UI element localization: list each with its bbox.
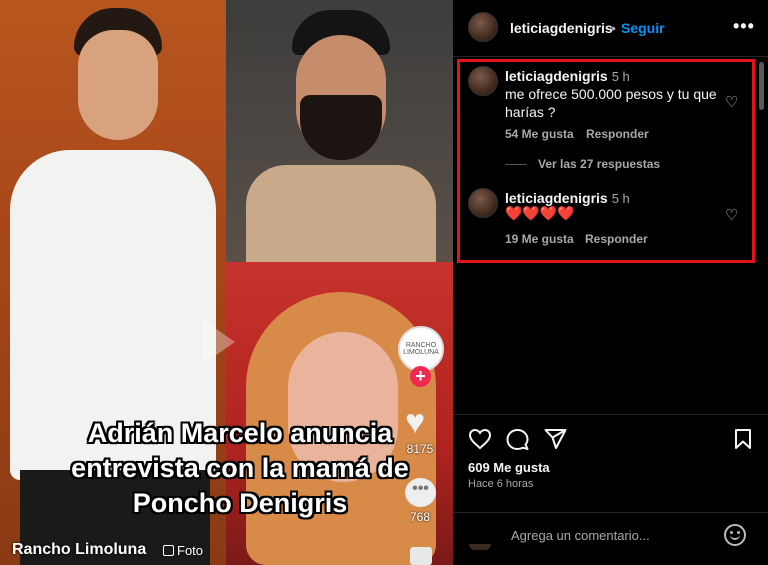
more-icon[interactable]: ••• [733, 16, 755, 37]
likes-count[interactable]: 609 Me gusta [468, 460, 550, 475]
follow-button[interactable]: Seguir [621, 20, 665, 36]
beard [300, 95, 382, 160]
add-comment-input[interactable]: Agrega un comentario... [511, 528, 650, 543]
avatar[interactable] [468, 12, 498, 42]
photo-icon [163, 545, 174, 556]
avatar-text: RANCHO LIMOLUNA [403, 342, 439, 356]
emoji-icon[interactable] [724, 524, 746, 546]
caption-line: entrevista con la mamá de [71, 453, 409, 483]
share-icon[interactable] [544, 428, 567, 450]
highlight-box [457, 59, 755, 263]
source-type: Foto [163, 543, 203, 558]
heart-icon[interactable] [468, 428, 492, 450]
face [78, 30, 158, 140]
tiktok-share-icon [410, 547, 432, 565]
divider [453, 512, 768, 513]
post-header: leticiagdenigris • Seguir ••• [453, 0, 768, 56]
image-caption: Adrián Marcelo anuncia entrevista con la… [40, 416, 440, 521]
divider [453, 414, 768, 415]
source-name: Rancho Limoluna [12, 541, 147, 558]
post-time: Hace 6 horas [468, 478, 534, 490]
scrollbar[interactable] [759, 62, 764, 110]
header-username[interactable]: leticiagdenigris [510, 20, 613, 36]
bookmark-icon[interactable] [733, 428, 753, 450]
photo-man-beard [226, 0, 453, 262]
tiktok-follow-plus-icon: + [410, 366, 431, 387]
caption-line: Poncho Denigris [132, 488, 348, 518]
tank-top [246, 165, 436, 262]
separator-dot: • [611, 20, 616, 36]
caption-line: Adrián Marcelo anuncia [87, 418, 393, 448]
comment-icon[interactable] [506, 428, 529, 451]
divider [453, 56, 768, 57]
play-arrow-icon [203, 320, 235, 364]
current-user-avatar [469, 544, 491, 550]
source-type-label: Foto [177, 543, 204, 558]
post-image: RANCHO LIMOLUNA + ♥ 8175 ••• 768 Adrián … [0, 0, 453, 565]
